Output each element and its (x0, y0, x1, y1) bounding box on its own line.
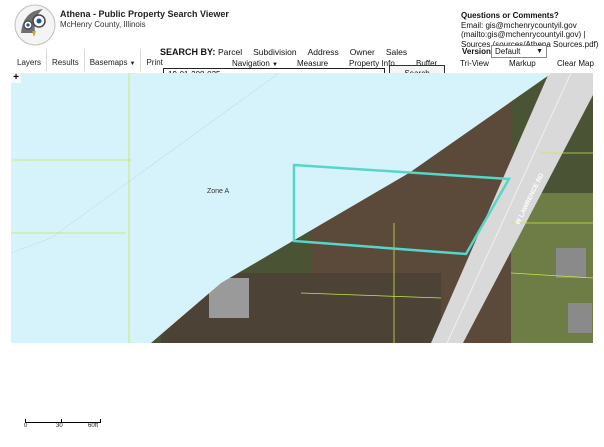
app-subtitle: McHenry County, Illinois (60, 20, 146, 29)
aerial-map[interactable]: Zone A W LAWRENCE RD (11, 73, 593, 343)
house-roof (568, 303, 592, 333)
measure-tool[interactable]: Measure (297, 59, 328, 68)
search-option-address[interactable]: Address (308, 47, 339, 57)
basemaps-label: Basemaps (89, 58, 128, 67)
contact-heading: Questions or Comments? (461, 11, 559, 20)
contact-email[interactable]: Email: gis@mchenrycountyil.gov (461, 21, 601, 31)
basemaps-button[interactable]: Basemaps ▼ (83, 49, 141, 71)
scale-label-0: 0 (24, 423, 28, 429)
house-roof (556, 248, 586, 278)
chevron-down-icon: ▼ (536, 48, 543, 55)
results-button[interactable]: Results (46, 49, 84, 71)
navigation-menu[interactable]: Navigation ▼ (232, 59, 278, 68)
search-option-subdivision[interactable]: Subdivision (253, 47, 296, 57)
results-label: Results (52, 58, 79, 67)
navigation-label: Navigation (232, 59, 270, 68)
map-view[interactable]: Zone A W LAWRENCE RD + (11, 73, 593, 343)
zone-a-label: Zone A (207, 188, 230, 195)
search-by-label: SEARCH BY: (160, 47, 216, 57)
scale-label-30: 30 (56, 423, 63, 429)
layers-label: Layers (17, 58, 42, 67)
layers-button[interactable]: Layers (11, 49, 46, 71)
version-selected-value: Default (495, 47, 521, 56)
search-option-owner[interactable]: Owner (350, 47, 375, 57)
search-type-options: Parcel Subdivision Address Owner Sales (218, 47, 407, 57)
search-option-sales[interactable]: Sales (386, 47, 407, 57)
scale-bar: 0 30 60ft (24, 419, 105, 429)
version-label: Version: (462, 47, 494, 56)
chevron-down-icon: ▼ (129, 61, 136, 67)
scale-label-60: 60ft (88, 423, 99, 429)
contact-mailto[interactable]: (mailto:gis@mchenrycountyil.gov) | (461, 30, 601, 40)
tri-view-button[interactable]: Tri-View (460, 59, 489, 68)
main-toolbar: Layers Results Basemaps ▼ Print (11, 49, 168, 71)
search-option-parcel[interactable]: Parcel (218, 47, 242, 57)
version-select[interactable]: Default ▼ (491, 45, 547, 58)
property-info-tool[interactable]: Property Info (349, 59, 395, 68)
app-title: Athena - Public Property Search Viewer (60, 9, 229, 19)
contact-info: Questions or Comments? Email: gis@mchenr… (461, 11, 601, 49)
viewer-page: Athena - Public Property Search Viewer M… (0, 0, 604, 447)
markup-button[interactable]: Markup (509, 59, 536, 68)
zoom-in-button[interactable]: + (11, 73, 21, 83)
clear-map-button[interactable]: Clear Map (557, 59, 594, 68)
athena-owl-logo (14, 4, 56, 46)
